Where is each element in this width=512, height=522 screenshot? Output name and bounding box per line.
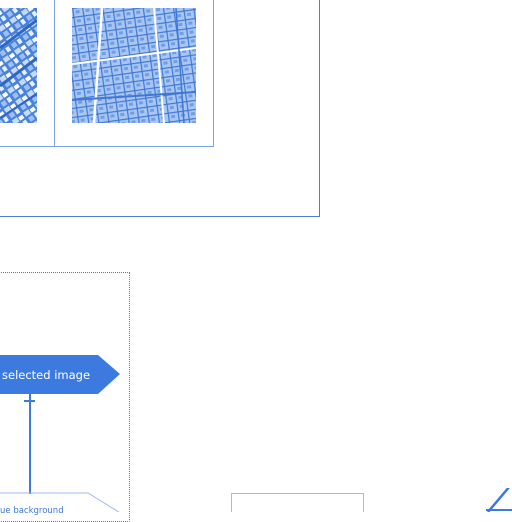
triangle-icon xyxy=(487,488,510,512)
background-node-label: ue background xyxy=(0,506,64,516)
gallery-divider xyxy=(54,0,55,146)
selected-image-node[interactable]: selected image xyxy=(2,366,112,384)
aerial-thumbnail-left[interactable] xyxy=(0,8,37,123)
output-box xyxy=(231,493,364,512)
process-group-box xyxy=(0,272,130,522)
aerial-thumbnail-right[interactable] xyxy=(72,8,196,123)
connector-tick xyxy=(24,400,35,402)
connector-line xyxy=(29,394,31,494)
